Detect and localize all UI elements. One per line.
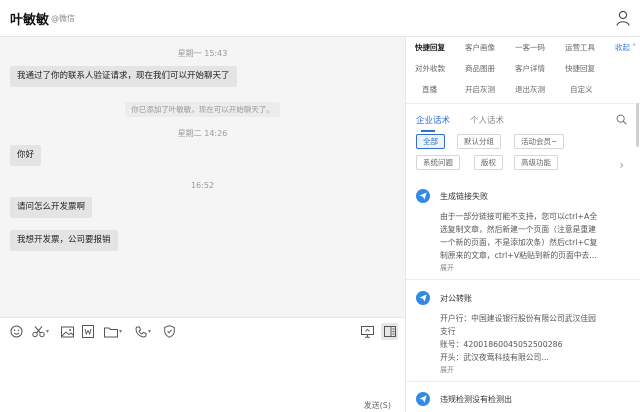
item-title: 违规检测没有检测出 — [440, 395, 512, 404]
nav-quick-reply-2[interactable]: 快捷回复 — [565, 63, 595, 74]
nav-live[interactable]: 直播 — [422, 84, 437, 95]
send-icon — [416, 392, 430, 406]
scissors-icon[interactable]: ▾ — [32, 325, 49, 338]
nav-product-album[interactable]: 商品图册 — [465, 63, 495, 74]
expand-link[interactable]: 展开 — [440, 263, 454, 273]
nav-start-gray-test[interactable]: 开启灰测 — [465, 84, 495, 95]
item-text: 一个新的页面，不是添加次条）然后ctrl+C复 — [440, 238, 598, 247]
nav-one-customer-one-code[interactable]: 一客一码 — [515, 42, 545, 53]
message-toolbar: ▾ ▾ ▾ — [0, 317, 405, 345]
folder-icon[interactable]: ▾ — [104, 325, 122, 338]
chip-system-issues[interactable]: 系统问题 — [416, 155, 460, 170]
script-tabs: 企业话术 个人话术 — [406, 109, 640, 133]
message-bubble[interactable]: 你好 — [10, 145, 42, 166]
system-message: 你已添加了叶敏敏，现在可以开始聊天了。 — [0, 97, 405, 117]
search-icon[interactable] — [616, 114, 627, 125]
timestamp: 星期一 15:43 — [177, 49, 228, 58]
chip-event-members[interactable]: 活动会员~ — [514, 134, 565, 149]
message-input[interactable]: 发送(S) — [0, 345, 405, 412]
send-icon — [416, 291, 430, 305]
chevron-up-icon: ˄ — [630, 43, 637, 52]
chip-default-group[interactable]: 默认分组 — [457, 134, 501, 149]
chip-all[interactable]: 全部 — [416, 134, 445, 149]
item-text: 开头：武汉夜莺科技有限公司... — [440, 353, 549, 362]
sidebar-toggle-icon[interactable] — [381, 323, 398, 340]
tool-nav: 快捷回复 客户画像 一客一码 运营工具 收起 ˄ 对外收款 商品图册 客户详情 … — [406, 37, 640, 103]
person-icon[interactable] — [616, 10, 630, 26]
message-bubble[interactable]: 请问怎么开发票啊 — [10, 197, 93, 218]
contact-source: @微信 — [51, 14, 75, 23]
message-bubble[interactable]: 我通过了你的联系人验证请求，现在我们可以开始聊天了 — [10, 66, 237, 87]
nav-external-payment[interactable]: 对外收款 — [415, 63, 445, 74]
divider — [406, 103, 640, 104]
send-icon — [416, 189, 430, 203]
side-panel: 快捷回复 客户画像 一客一码 运营工具 收起 ˄ 对外收款 商品图册 客户详情 … — [405, 37, 640, 412]
tab-personal-scripts[interactable]: 个人话术 — [470, 114, 504, 126]
emoji-icon[interactable] — [10, 325, 23, 338]
item-text: 支行 — [440, 327, 456, 336]
item-text: 制原来的文章，ctrl+V粘贴到新的页面中去... — [440, 251, 597, 260]
chevron-right-icon[interactable]: › — [619, 158, 624, 172]
word-file-icon[interactable] — [82, 325, 94, 338]
chip-copyright[interactable]: 版权 — [474, 155, 503, 170]
collapse-button[interactable]: 收起 ˄ — [615, 42, 636, 53]
item-text: 开户行：中国建设银行股份有限公司武汉佳园 — [440, 314, 596, 323]
item-title: 对公转账 — [440, 294, 472, 303]
nav-operations-tools[interactable]: 运营工具 — [565, 42, 595, 53]
chevron-down-icon[interactable]: ▾ — [119, 328, 122, 335]
chat-messages[interactable]: 星期一 15:43 我通过了你的联系人验证请求，现在我们可以开始聊天了 你已添加… — [0, 37, 405, 317]
timestamp: 16:52 — [190, 181, 215, 190]
chevron-down-icon[interactable]: ▾ — [46, 328, 49, 335]
shield-icon[interactable] — [164, 325, 175, 338]
active-tab-indicator — [421, 130, 435, 132]
nav-custom[interactable]: 自定义 — [570, 84, 593, 95]
chip-advanced-features[interactable]: 高级功能 — [514, 155, 558, 170]
divider — [406, 279, 640, 280]
item-text: 由于一部分链接可能不支持，您可以ctrl+A全 — [440, 212, 598, 221]
expand-link[interactable]: 展开 — [440, 365, 454, 375]
timestamp: 星期二 14:26 — [177, 129, 228, 138]
nav-quick-reply[interactable]: 快捷回复 — [415, 42, 445, 53]
image-icon[interactable] — [61, 325, 74, 338]
nav-customer-details[interactable]: 客户详情 — [515, 63, 545, 74]
chevron-down-icon[interactable]: ▾ — [148, 328, 151, 335]
script-list: 生成链接失败 由于一部分链接可能不支持，您可以ctrl+A全 选复制文章，然后新… — [406, 179, 640, 412]
screen-share-icon[interactable] — [361, 325, 374, 338]
chat-header: 叶敏敏 @微信 — [0, 0, 640, 37]
contact-name: 叶敏敏 — [10, 13, 50, 28]
tab-enterprise-scripts[interactable]: 企业话术 — [416, 114, 450, 126]
nav-exit-gray-test[interactable]: 退出灰测 — [515, 84, 545, 95]
divider — [406, 381, 640, 382]
send-button[interactable]: 发送(S) — [364, 400, 391, 411]
nav-customer-profile[interactable]: 客户画像 — [465, 42, 495, 53]
item-text: 账号：42001860045052500286 — [440, 340, 563, 349]
item-text: 选复制文章，然后新建一个页面（注意是重建 — [440, 225, 596, 234]
phone-icon[interactable]: ▾ — [135, 325, 151, 338]
item-title: 生成链接失败 — [440, 192, 488, 201]
message-bubble[interactable]: 我想开发票，公司要报销 — [10, 230, 118, 251]
